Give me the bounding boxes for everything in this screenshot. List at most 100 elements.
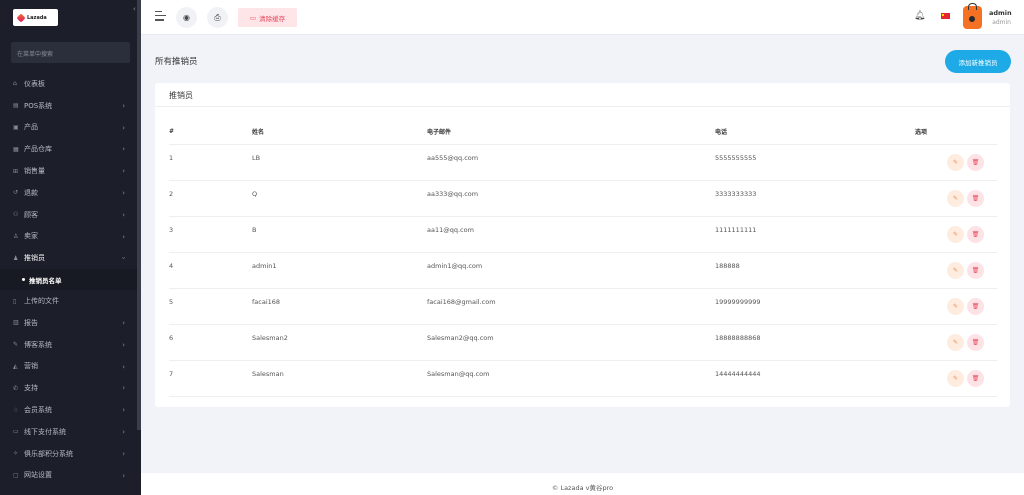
box-icon: ▣ xyxy=(13,123,19,131)
sidebar-subitem-label: 推销员名单 xyxy=(29,276,62,285)
col-header-phone: 电话 xyxy=(715,120,915,145)
edit-icon: ✎ xyxy=(952,266,959,274)
sidebar-item[interactable]: ✎ 博客系统 › xyxy=(0,334,141,356)
chevron-right-icon: › xyxy=(122,340,125,349)
table-row: 7 Salesman Salesman@qq.com 14444444444 ✎ 🗑︎ xyxy=(169,360,997,397)
trash-icon: 🗑︎ xyxy=(971,374,980,382)
sidebar-item-label: 网站设置 xyxy=(24,471,52,480)
chevron-right-icon: › xyxy=(122,123,125,132)
col-header-options: 选项 xyxy=(915,120,997,145)
edit-button[interactable]: ✎ xyxy=(947,261,964,279)
sidebar-item[interactable]: ◭ 营销 › xyxy=(0,356,141,378)
user-icon: ♙ xyxy=(13,232,19,240)
edit-button[interactable]: ✎ xyxy=(947,225,964,243)
cell-no: 2 xyxy=(169,180,252,217)
cell-email: Salesman@qq.com xyxy=(427,360,715,397)
cell-no: 1 xyxy=(169,144,252,181)
sidebar-item-label: 退款 xyxy=(24,188,38,197)
table-row: 3 Baa11@qq.com 1111111111 ✎ 🗑︎ xyxy=(169,216,997,253)
edit-button[interactable]: ✎ xyxy=(947,369,964,387)
blog-icon: ✎ xyxy=(13,341,19,349)
card-title: 推销员 xyxy=(155,83,1010,107)
sidebar-item[interactable]: ▣ 产品 › xyxy=(0,117,141,139)
sidebar-item[interactable]: ▯ 上传的文件 xyxy=(0,290,141,312)
refund-icon: ↺ xyxy=(13,189,19,197)
bell-icon[interactable]: 🔔︎ xyxy=(914,11,925,21)
sidebar-item[interactable]: ✆ 支持 › xyxy=(0,377,141,399)
delete-button[interactable]: 🗑︎ xyxy=(967,333,984,351)
bullhorn-icon: ◭ xyxy=(13,362,18,370)
delete-button[interactable]: 🗑︎ xyxy=(967,189,984,207)
menu-toggle-icon[interactable] xyxy=(155,11,166,22)
sidebar-item[interactable]: ▦ 产品仓库 › xyxy=(0,138,141,160)
points-icon: ✧ xyxy=(13,450,19,458)
chevron-right-icon: › xyxy=(122,471,125,480)
cell-phone: 5555555555 xyxy=(715,144,915,181)
edit-button[interactable]: ✎ xyxy=(947,333,964,351)
avatar[interactable] xyxy=(963,3,982,29)
sidebar-item-label: 博客系统 xyxy=(24,340,52,349)
sidebar-item[interactable]: ♢ 会员系统 › xyxy=(0,399,141,421)
delete-button[interactable]: 🗑︎ xyxy=(967,261,984,279)
chevron-right-icon: › xyxy=(122,167,125,176)
user-name: admin xyxy=(989,9,1012,17)
cell-phone: 3333333333 xyxy=(715,180,915,217)
sidebar-item[interactable]: ▢ 网站设置 › xyxy=(0,465,141,487)
cell-options: ✎ 🗑︎ xyxy=(915,180,997,217)
sidebar-item[interactable]: ▤ POS系统 › xyxy=(0,95,141,117)
cell-name: Salesman2 xyxy=(252,324,427,361)
delete-button[interactable]: 🗑︎ xyxy=(967,369,984,387)
page-title: 所有推销员 xyxy=(155,57,198,67)
cell-name: Q xyxy=(252,180,427,217)
sidebar-item[interactable]: ⌂ 仪表板 xyxy=(0,73,141,95)
cell-email: aa555@qq.com xyxy=(427,144,715,181)
cache-icon: ▭ xyxy=(249,13,257,22)
trash-icon: 🗑︎ xyxy=(971,266,980,274)
chevron-right-icon: › xyxy=(122,210,125,219)
edit-button[interactable]: ✎ xyxy=(947,297,964,315)
delete-button[interactable]: 🗑︎ xyxy=(967,225,984,243)
sidebar-item[interactable]: ▭ 线下支付系统 › xyxy=(0,421,141,443)
sidebar-menu: ⌂ 仪表板 ▤ POS系统 › ▣ 产品 › ▦ 产品仓库 › ⊞ 销售量 › ↺ 退款 › ⚇ 顾客 › ♙ 卖家 › ♟ 推… xyxy=(0,73,141,486)
edit-icon: ✎ xyxy=(952,302,959,310)
cell-no: 4 xyxy=(169,252,252,289)
table-row: 2 Qaa333@qq.com 3333333333 ✎ 🗑︎ xyxy=(169,180,997,217)
sidebar-item-label: 支持 xyxy=(24,384,38,393)
logo-area[interactable]: Lazada xyxy=(0,0,141,34)
sidebar-item[interactable]: ♙ 卖家 › xyxy=(0,226,141,248)
chevron-right-icon: › xyxy=(122,318,125,327)
payment-icon: ▭ xyxy=(13,428,19,436)
sidebar-item[interactable]: ✧ 俱乐部积分系统 › xyxy=(0,443,141,465)
cell-options: ✎ 🗑︎ xyxy=(915,252,997,289)
sidebar-item[interactable]: ↺ 退款 › xyxy=(0,182,141,204)
edit-button[interactable]: ✎ xyxy=(947,189,964,207)
cell-email: admin1@qq.com xyxy=(427,252,715,289)
chevron-right-icon: › xyxy=(122,232,125,241)
printer-icon[interactable]: ⎙ xyxy=(207,7,228,28)
delete-button[interactable]: 🗑︎ xyxy=(967,153,984,171)
cell-name: LB xyxy=(252,144,427,181)
user-info[interactable]: admin admin xyxy=(989,9,1012,26)
logo[interactable]: Lazada xyxy=(13,9,58,26)
delete-button[interactable]: 🗑︎ xyxy=(967,297,984,315)
clear-cache-button[interactable]: ▭ 清除缓存 xyxy=(238,8,297,27)
sidebar-item-label: 营销 xyxy=(24,362,38,371)
sidebar-item[interactable]: ⚇ 顾客 › xyxy=(0,204,141,226)
china-flag-icon[interactable] xyxy=(941,13,950,19)
edit-icon: ✎ xyxy=(952,230,959,238)
globe-icon[interactable]: ◉ xyxy=(176,7,197,28)
sidebar-item[interactable]: ⊞ 销售量 › xyxy=(0,160,141,182)
edit-icon: ✎ xyxy=(952,374,959,382)
sidebar-search-input[interactable]: 在菜单中搜索 xyxy=(11,42,130,63)
sidebar-subitem-salesman-list[interactable]: 推销员名单 xyxy=(0,269,141,291)
edit-button[interactable]: ✎ xyxy=(947,153,964,171)
lazada-heart-icon xyxy=(16,12,26,23)
add-salesman-button[interactable]: 添加新推销员 xyxy=(945,50,1011,73)
cell-email: aa11@qq.com xyxy=(427,216,715,253)
sidebar-item-label: POS系统 xyxy=(24,101,53,110)
sidebar-item[interactable]: ▥ 报告 › xyxy=(0,312,141,334)
sidebar-collapse-icon[interactable]: ‹ xyxy=(133,5,136,13)
sidebar-item[interactable]: ♟ 推销员 › xyxy=(0,247,141,269)
edit-icon: ✎ xyxy=(952,338,959,346)
cell-options: ✎ 🗑︎ xyxy=(915,144,997,181)
